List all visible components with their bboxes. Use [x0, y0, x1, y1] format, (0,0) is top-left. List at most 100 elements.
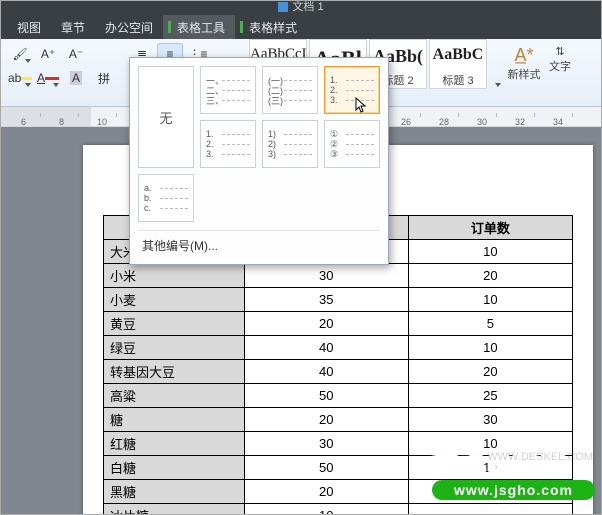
table-row[interactable]: 高粱5025 [104, 384, 573, 408]
cell-value[interactable]: 50 [244, 384, 408, 408]
cell-value[interactable]: 20 [244, 480, 408, 504]
phonetic-guide-button[interactable]: 拼 [91, 67, 117, 89]
table-row[interactable]: 黑糖2030 [104, 480, 573, 504]
cell-name[interactable]: 白糖 [104, 456, 245, 480]
numbering-dropdown: 无 一、二、三、 (一)(二)(三) 1.2.3. 1.2.3. 1)2)3) … [129, 57, 389, 265]
cell-value[interactable]: 10 [244, 504, 408, 515]
cell-value[interactable]: 30 [408, 408, 572, 432]
cell-value[interactable]: 10 [408, 432, 572, 456]
cell-value[interactable]: 50 [244, 456, 408, 480]
numbering-sample-line [222, 144, 250, 145]
numbering-sample-line [160, 198, 188, 199]
new-style-button[interactable]: A̲* 新样式 [503, 39, 545, 89]
style-heading3[interactable]: AaBbC标题 3 [429, 39, 487, 89]
cell-value[interactable]: 10 [408, 456, 572, 480]
ruler-tick: 34 [553, 117, 563, 127]
font-grow-button[interactable]: A⁺ [35, 43, 61, 65]
ruler-tick: 6 [21, 117, 26, 127]
cell-name[interactable]: 糖 [104, 408, 245, 432]
cell-value[interactable]: 25 [408, 384, 572, 408]
cell-value[interactable] [408, 504, 572, 515]
table-row[interactable]: 红糖3010 [104, 432, 573, 456]
ruler-minor-tick [78, 113, 79, 117]
numbering-sample-line [284, 144, 312, 145]
cell-name[interactable]: 小米 [104, 264, 245, 288]
cell-value[interactable]: 35 [244, 288, 408, 312]
cell-value[interactable]: 30 [244, 264, 408, 288]
menu-view[interactable]: 视图 [7, 15, 51, 40]
cell-value[interactable]: 30 [244, 432, 408, 456]
numbering-sample-label: 1. [330, 75, 344, 85]
table-row[interactable]: 小米3020 [104, 264, 573, 288]
menu-bar: 视图 章节 办公空间 表格工具 表格样式 [1, 15, 601, 39]
table-row[interactable]: 冰片糖10 [104, 504, 573, 515]
cell-value[interactable]: 5 [408, 312, 572, 336]
numbering-sample-label: (三) [268, 94, 282, 107]
cell-value[interactable]: 40 [244, 336, 408, 360]
table-row[interactable]: 转基因大豆4020 [104, 360, 573, 384]
cell-value[interactable]: 20 [244, 408, 408, 432]
numbering-sample-row: 3) [268, 149, 312, 159]
menu-section[interactable]: 章节 [51, 15, 95, 40]
cell-name[interactable]: 高粱 [104, 384, 245, 408]
menu-table-tool[interactable]: 表格工具 [163, 15, 235, 40]
style-gallery-more-button[interactable] [489, 39, 503, 89]
numbering-sample-line [346, 90, 374, 91]
numbering-other[interactable]: 其他编号(M)... [138, 230, 380, 256]
cell-value[interactable]: 10 [408, 288, 572, 312]
numbering-num-dot[interactable]: 1.2.3. [324, 66, 380, 114]
char-shading-button[interactable]: A [63, 67, 89, 89]
numbering-circled[interactable]: ①②③ [324, 120, 380, 168]
numbering-num-dot-b[interactable]: 1.2.3. [200, 120, 256, 168]
cell-name[interactable]: 黑糖 [104, 480, 245, 504]
font-color-button[interactable]: A [35, 67, 61, 89]
numbering-paren-cn[interactable]: (一)(二)(三) [262, 66, 318, 114]
numbering-none[interactable]: 无 [138, 66, 194, 168]
numbering-cn-ordinal[interactable]: 一、二、三、 [200, 66, 256, 114]
numbering-sample-row: 1) [268, 129, 312, 139]
numbering-sample-line [222, 90, 250, 91]
table-row[interactable]: 白糖5010 [104, 456, 573, 480]
numbering-sample-row: a. [144, 183, 188, 193]
numbering-sample-row: 1. [206, 129, 250, 139]
doc-icon [278, 2, 288, 12]
table-row[interactable]: 糖2030 [104, 408, 573, 432]
numbering-num-paren[interactable]: 1)2)3) [262, 120, 318, 168]
cell-value[interactable]: 30 [408, 480, 572, 504]
cell-name[interactable]: 转基因大豆 [104, 360, 245, 384]
cell-value[interactable]: 20 [408, 264, 572, 288]
cell-value[interactable]: 20 [244, 312, 408, 336]
numbering-alpha[interactable]: a.b.c. [138, 174, 194, 222]
format-painter-button[interactable]: 🖌 [7, 43, 33, 65]
text-direction-button[interactable]: ⇅ 文字 [545, 39, 575, 106]
cell-value[interactable]: 10 [408, 240, 572, 264]
cell-name[interactable]: 冰片糖 [104, 504, 245, 515]
cell-value[interactable]: 20 [408, 360, 572, 384]
numbering-sample-label: a. [144, 183, 158, 193]
table-header[interactable]: 订单数 [408, 216, 572, 240]
highlight-button[interactable]: ab [7, 67, 33, 89]
menu-workspace[interactable]: 办公空间 [95, 15, 163, 40]
table-row[interactable]: 小麦3510 [104, 288, 573, 312]
numbering-sample-label: 1) [268, 129, 282, 139]
numbering-sample-label: 3. [330, 95, 344, 105]
cell-name[interactable]: 红糖 [104, 432, 245, 456]
ruler-tick: 26 [401, 117, 411, 127]
cell-name[interactable]: 小麦 [104, 288, 245, 312]
numbering-sample-line [346, 154, 374, 155]
table-row[interactable]: 黄豆205 [104, 312, 573, 336]
font-shrink-button[interactable]: A⁻ [63, 43, 89, 65]
table-row[interactable]: 绿豆4010 [104, 336, 573, 360]
numbering-sample-row: 2) [268, 139, 312, 149]
numbering-sample-line [222, 134, 250, 135]
numbering-sample-row: c. [144, 203, 188, 213]
cell-name[interactable]: 绿豆 [104, 336, 245, 360]
cell-value[interactable]: 10 [408, 336, 572, 360]
cell-value[interactable]: 40 [244, 360, 408, 384]
numbering-sample-label: 3) [268, 149, 282, 159]
numbering-sample-row: b. [144, 193, 188, 203]
menu-table-style[interactable]: 表格样式 [235, 15, 307, 40]
cell-name[interactable]: 黄豆 [104, 312, 245, 336]
numbering-sample-label: 三、 [206, 94, 220, 107]
numbering-sample-label: ③ [330, 149, 344, 160]
